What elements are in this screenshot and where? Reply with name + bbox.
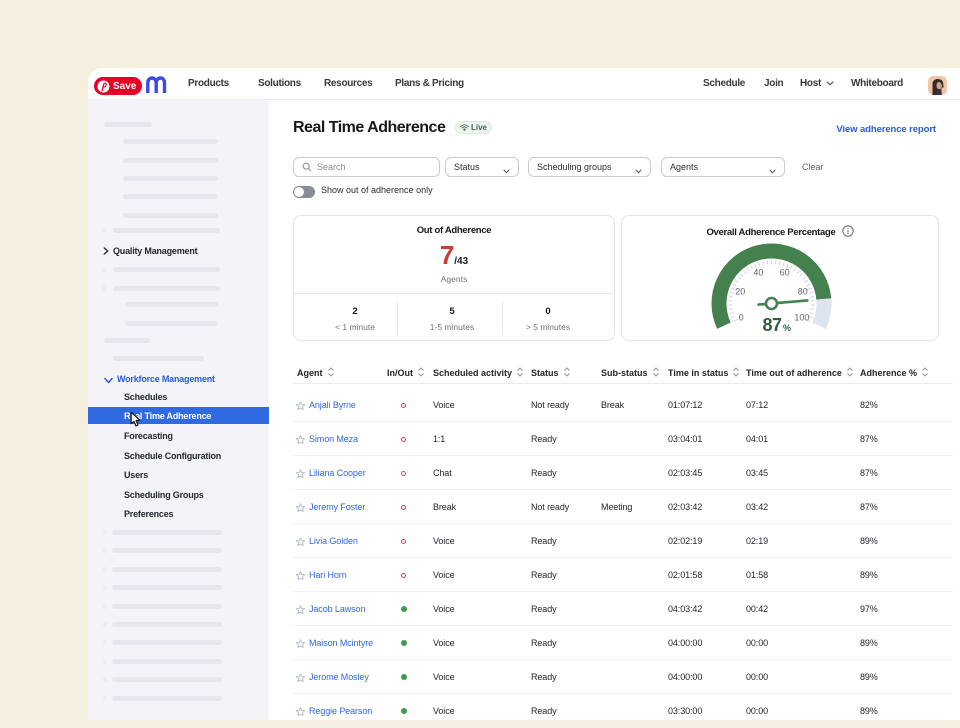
svg-text:%: %: [783, 323, 791, 333]
svg-text:0: 0: [739, 313, 744, 323]
svg-text:20: 20: [735, 287, 745, 297]
svg-text:100: 100: [794, 313, 809, 323]
svg-text:80: 80: [798, 287, 808, 297]
svg-text:87: 87: [762, 315, 782, 335]
svg-text:60: 60: [780, 268, 790, 278]
svg-text:40: 40: [753, 268, 763, 278]
